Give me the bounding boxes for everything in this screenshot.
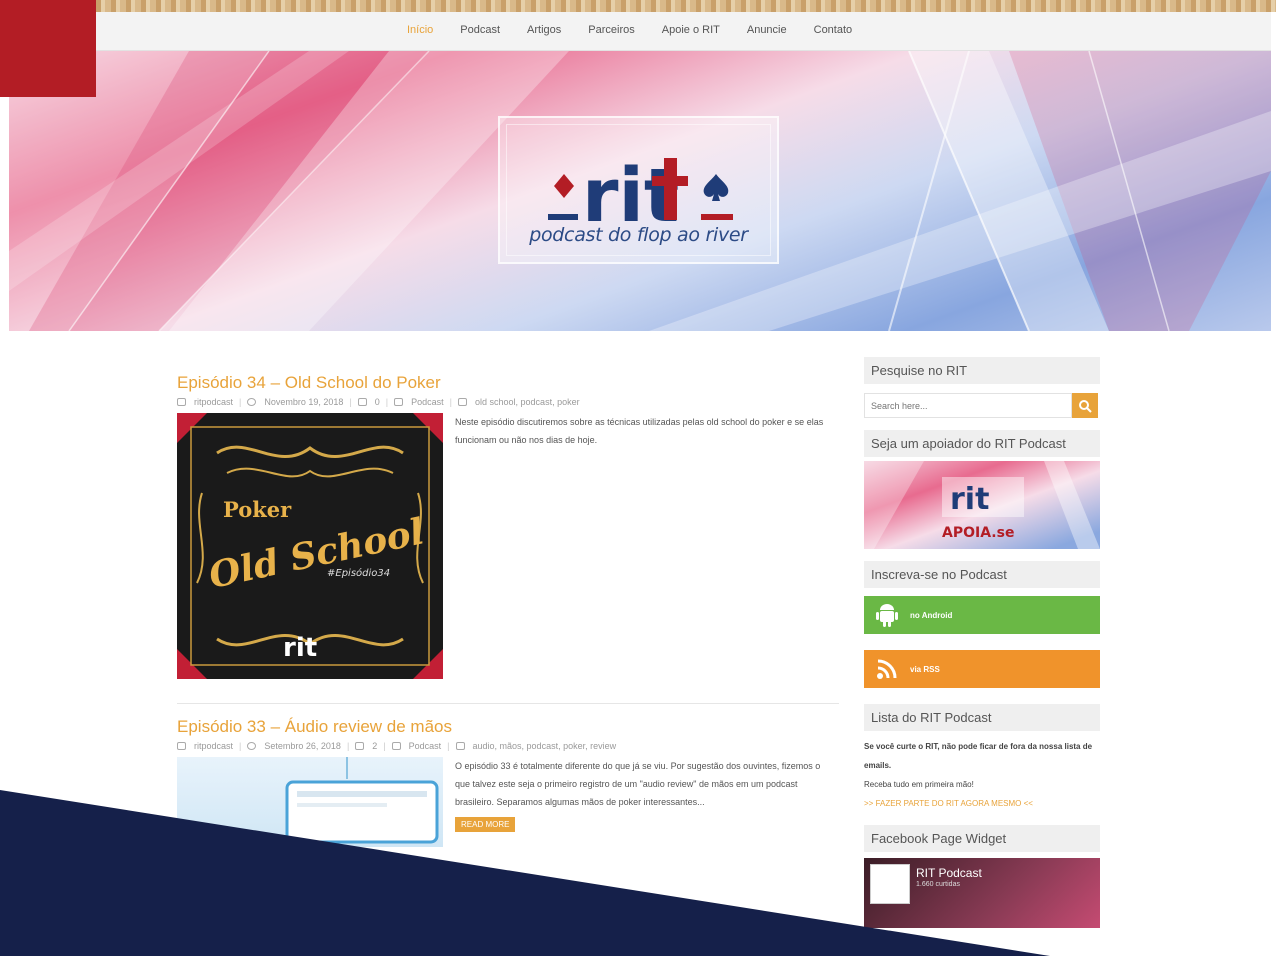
clock-icon [247, 398, 257, 406]
post-date[interactable]: Novembro 19, 2018 [264, 397, 343, 407]
post-tags[interactable]: old school, podcast, poker [475, 397, 580, 407]
post-author[interactable]: ritpodcast [194, 741, 233, 751]
facebook-widget: Facebook Page Widget RIT Podcast 1.660 c… [864, 825, 1100, 928]
post-category[interactable]: Podcast [409, 741, 442, 751]
old-school-artwork: Poker Old School #Episódio34 rit [177, 413, 443, 679]
comment-icon [355, 742, 365, 750]
search-input[interactable] [864, 393, 1072, 418]
android-icon [874, 602, 900, 628]
mailing-list-widget: Lista do RIT Podcast Se você curte o RIT… [864, 704, 1100, 813]
nav-item-anuncie[interactable]: Anuncie [747, 24, 787, 36]
search-row [864, 393, 1100, 418]
list-subtext: Receba tudo em primeira mão! [864, 780, 974, 789]
list-description: Se você curte o RIT, não pode ficar de f… [864, 742, 1093, 770]
post-thumbnail[interactable] [177, 757, 443, 847]
comment-icon [357, 398, 367, 406]
apoia-artwork: rit APOIA.se [864, 461, 1100, 549]
post-episode-33: Episódio 33 – Áudio review de mãos ritpo… [177, 717, 839, 847]
post-thumbnail[interactable]: Poker Old School #Episódio34 rit [177, 413, 443, 679]
apoia-banner[interactable]: rit APOIA.se [864, 461, 1100, 549]
hero-banner: rit podcast do flop ao river [9, 51, 1271, 331]
search-icon [1079, 399, 1092, 413]
post-title[interactable]: Episódio 34 – Old School do Poker [177, 373, 839, 393]
widget-title: Inscreva-se no Podcast [864, 561, 1100, 588]
tag-icon [455, 742, 465, 750]
svg-text:Poker: Poker [223, 497, 292, 522]
tag-icon [458, 398, 468, 406]
top-navigation-bar: Início Podcast Artigos Parceiros Apoie o… [9, 12, 1271, 51]
nav-item-contato[interactable]: Contato [814, 24, 853, 36]
nav-item-parceiros[interactable]: Parceiros [588, 24, 634, 36]
svg-text:rit: rit [950, 482, 989, 517]
post-excerpt: Neste episódio discutiremos sobre as téc… [455, 417, 824, 445]
post-author[interactable]: ritpodcast [194, 397, 233, 407]
nav-item-artigos[interactable]: Artigos [527, 24, 561, 36]
widget-title: Facebook Page Widget [864, 825, 1100, 852]
svg-text:APOIA.se: APOIA.se [942, 525, 1014, 541]
author-icon [177, 398, 186, 406]
post-episode-34: Episódio 34 – Old School do Poker ritpod… [177, 373, 839, 704]
facebook-page-box[interactable]: RIT Podcast 1.660 curtidas [864, 858, 1100, 928]
page: { "nav": { "items": [ {"label": "Início"… [0, 0, 1276, 956]
subscribe-widget: Inscreva-se no Podcast no Android via RS… [864, 561, 1100, 688]
red-corner-block [0, 0, 96, 97]
nav-item-apoie[interactable]: Apoie o RIT [662, 24, 720, 36]
folder-icon [394, 398, 404, 406]
post-title[interactable]: Episódio 33 – Áudio review de mãos [177, 717, 839, 737]
facebook-likes: 1.660 curtidas [916, 881, 960, 888]
rss-icon [874, 656, 900, 682]
facebook-page-name[interactable]: RIT Podcast [916, 866, 982, 880]
post-meta: ritpodcast | Novembro 19, 2018 | 0 | Podcas… [177, 397, 839, 407]
post-date[interactable]: Setembro 26, 2018 [264, 741, 341, 751]
post-excerpt-block: O episódio 33 é totalmente diferente do … [455, 757, 825, 847]
widget-title: Pesquise no RIT [864, 357, 1100, 384]
logo-tagline: podcast do flop ao river [529, 224, 748, 246]
author-icon [177, 742, 186, 750]
site-logo[interactable]: rit podcast do flop ao river [498, 116, 779, 264]
search-button[interactable] [1072, 393, 1098, 418]
nav-item-podcast[interactable]: Podcast [460, 24, 500, 36]
post-category[interactable]: Podcast [411, 397, 444, 407]
post-divider [177, 703, 839, 704]
android-label: no Android [910, 610, 953, 620]
svg-text:rit: rit [283, 633, 317, 663]
post-list: Episódio 34 – Old School do Poker ritpod… [177, 360, 839, 847]
nav-item-inicio[interactable]: Início [407, 24, 433, 36]
clock-icon [247, 742, 257, 750]
svg-text:Old School: Old School [205, 510, 427, 597]
post-tags[interactable]: audio, mãos, podcast, poker, review [473, 741, 617, 751]
post-body: O episódio 33 é totalmente diferente do … [177, 757, 839, 847]
widget-title: Lista do RIT Podcast [864, 704, 1100, 731]
post-comments[interactable]: 2 [372, 741, 377, 751]
sidebar: Pesquise no RIT Seja um apoiador do RIT … [864, 357, 1100, 940]
join-list-link[interactable]: >> FAZER PARTE DO RIT AGORA MESMO << [864, 794, 1100, 813]
post-comments[interactable]: 0 [375, 397, 380, 407]
search-widget: Pesquise no RIT [864, 357, 1100, 418]
folder-icon [391, 742, 401, 750]
facebook-avatar [870, 864, 910, 904]
support-widget: Seja um apoiador do RIT Podcast rit APOI… [864, 430, 1100, 549]
widget-title: Seja um apoiador do RIT Podcast [864, 430, 1100, 457]
screen-artwork [285, 757, 439, 844]
subscribe-android-button[interactable]: no Android [864, 596, 1100, 634]
post-body: Poker Old School #Episódio34 rit Neste e… [177, 413, 839, 679]
subscribe-rss-button[interactable]: via RSS [864, 650, 1100, 688]
read-more-button[interactable]: READ MORE [455, 817, 516, 832]
rit-logo-icon: rit [548, 153, 733, 225]
svg-text:#Episódio34: #Episódio34 [327, 567, 390, 579]
nav-menu: Início Podcast Artigos Parceiros Apoie o… [407, 24, 879, 36]
top-texture-strip [0, 0, 1276, 12]
rss-label: via RSS [910, 664, 940, 674]
post-excerpt: O episódio 33 é totalmente diferente do … [455, 761, 821, 807]
post-meta: ritpodcast | Setembro 26, 2018 | 2 | Podcas… [177, 741, 839, 751]
